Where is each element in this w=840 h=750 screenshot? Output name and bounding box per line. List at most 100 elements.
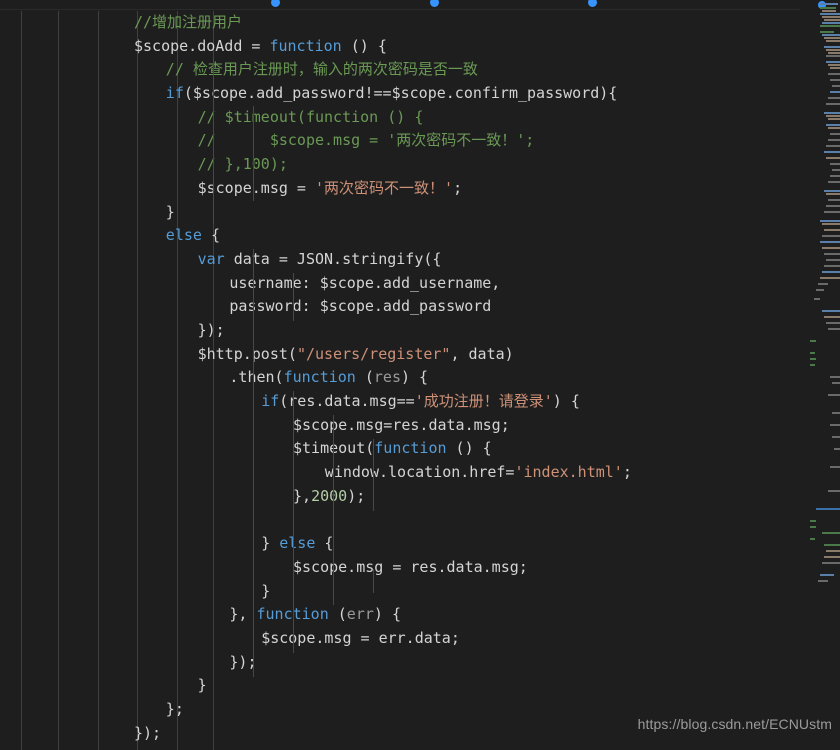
minimap-line bbox=[826, 145, 840, 147]
minimap-line bbox=[820, 3, 838, 5]
block-indent-segment-7 bbox=[373, 569, 374, 593]
minimap-line bbox=[824, 556, 840, 558]
minimap-line bbox=[818, 283, 828, 285]
token-plain: ( bbox=[355, 368, 374, 387]
code-line-text: $scope.msg = '两次密码不一致！'; bbox=[198, 177, 463, 201]
token-plain: () { bbox=[446, 439, 492, 458]
code-line[interactable]: }, function (err) { bbox=[0, 603, 800, 627]
code-line[interactable]: $scope.msg=res.data.msg; bbox=[0, 414, 800, 438]
code-line[interactable]: .then(function (res) { bbox=[0, 366, 800, 390]
minimap-line bbox=[822, 22, 840, 24]
token-plain: } bbox=[197, 676, 207, 695]
token-plain: () { bbox=[341, 36, 387, 55]
code-line[interactable]: $timeout(function () { bbox=[0, 437, 800, 461]
minimap-line bbox=[832, 169, 840, 171]
code-line-text: } bbox=[261, 580, 270, 604]
code-line-text: } bbox=[166, 201, 175, 225]
minimap-line bbox=[828, 394, 840, 396]
minimap[interactable] bbox=[800, 0, 840, 750]
code-line-text: // $timeout(function () { bbox=[198, 106, 424, 130]
code-content[interactable]: //增加注册用户 $scope.doAdd = function () {// 检… bbox=[0, 11, 800, 750]
minimap-line bbox=[828, 199, 840, 201]
token-plain: ) { bbox=[400, 368, 429, 387]
minimap-line bbox=[820, 25, 840, 27]
token-plain: ) { bbox=[373, 605, 401, 624]
token-number: 2000 bbox=[311, 486, 348, 505]
minimap-line bbox=[830, 91, 840, 93]
code-line[interactable]: // $timeout(function () { bbox=[0, 106, 800, 130]
token-plain: ($scope.add_password!==$scope.confirm_pa… bbox=[183, 84, 618, 103]
minimap-line bbox=[828, 181, 840, 183]
code-line-text: username: $scope.add_username, bbox=[229, 272, 500, 296]
code-line[interactable]: // 检查用户注册时，输入的两次密码是否一致 bbox=[0, 58, 800, 82]
minimap-line bbox=[828, 127, 840, 129]
minimap-line bbox=[816, 508, 840, 510]
minimap-line bbox=[830, 79, 840, 81]
minimap-line bbox=[820, 574, 834, 576]
token-plain: (res.data.msg== bbox=[279, 392, 415, 410]
minimap-line bbox=[832, 85, 840, 87]
token-comment: //增加注册用户 bbox=[134, 13, 243, 31]
code-line[interactable]: window.location.href='index.html'; bbox=[0, 461, 800, 485]
minimap-line bbox=[826, 205, 840, 207]
top-divider bbox=[0, 9, 800, 10]
code-line-text: $scope.doAdd = function () { bbox=[134, 35, 387, 59]
code-line[interactable]: } bbox=[0, 580, 800, 604]
minimap-line bbox=[826, 55, 840, 57]
code-line[interactable]: var data = JSON.stringify({ bbox=[0, 248, 800, 272]
code-line[interactable]: $http.post("/users/register", data) bbox=[0, 343, 800, 367]
code-line[interactable]: // },100); bbox=[0, 153, 800, 177]
block-indent-segment-0 bbox=[213, 58, 214, 224]
minimap-line bbox=[824, 46, 840, 48]
token-plain: }); bbox=[134, 723, 162, 742]
minimap-line bbox=[810, 340, 816, 342]
code-line[interactable]: if(res.data.msg=='成功注册！请登录') { bbox=[0, 390, 800, 414]
minimap-line bbox=[822, 10, 836, 12]
code-line[interactable]: },2000); bbox=[0, 485, 800, 509]
block-indent-segment-3 bbox=[293, 273, 294, 321]
token-plain: ( bbox=[328, 605, 347, 624]
code-line[interactable]: //增加注册用户 bbox=[0, 11, 800, 35]
code-line[interactable]: // $scope.msg = '两次密码不一致！'; bbox=[0, 129, 800, 153]
minimap-line bbox=[826, 157, 840, 159]
token-plain: $scope.msg = err.data; bbox=[261, 628, 460, 647]
scrolled-off-code-sliver bbox=[0, 0, 840, 11]
minimap-line bbox=[820, 13, 840, 15]
code-line[interactable]: }); bbox=[0, 319, 800, 343]
code-line[interactable]: $scope.msg = '两次密码不一致！'; bbox=[0, 177, 800, 201]
code-line[interactable]: username: $scope.add_username, bbox=[0, 272, 800, 296]
code-line[interactable]: }); bbox=[0, 651, 800, 675]
code-line-text: var data = JSON.stringify({ bbox=[198, 248, 442, 272]
token-plain: .then( bbox=[229, 368, 284, 387]
minimap-line bbox=[824, 316, 840, 318]
token-keyword: if bbox=[261, 392, 280, 410]
block-indent-segment-5 bbox=[333, 415, 334, 605]
code-line-text: // $scope.msg = '两次密码不一致！'; bbox=[198, 129, 535, 153]
code-line[interactable]: if($scope.add_password!==$scope.confirm_… bbox=[0, 82, 800, 106]
code-line-text: //增加注册用户 bbox=[134, 11, 242, 35]
minimap-line bbox=[826, 49, 840, 51]
token-keyword: function bbox=[283, 368, 356, 387]
minimap-line bbox=[822, 310, 840, 312]
code-line[interactable] bbox=[0, 508, 800, 532]
token-plain: data = JSON.stringify({ bbox=[224, 249, 442, 268]
code-line[interactable]: $scope.msg = res.data.msg; bbox=[0, 556, 800, 580]
code-line[interactable]: $scope.doAdd = function () { bbox=[0, 35, 800, 59]
code-line[interactable]: $scope.msg = err.data; bbox=[0, 627, 800, 651]
token-plain: } bbox=[261, 534, 280, 553]
block-indent-segment-2 bbox=[253, 249, 254, 677]
code-line[interactable]: } else { bbox=[0, 532, 800, 556]
minimap-line bbox=[830, 424, 840, 426]
minimap-line bbox=[830, 163, 840, 165]
watermark-url: https://blog.csdn.net/ECNUstm bbox=[637, 716, 832, 732]
minimap-line bbox=[820, 220, 840, 222]
code-line[interactable]: } bbox=[0, 674, 800, 698]
block-indent-segment-4 bbox=[293, 391, 294, 653]
minimap-line bbox=[826, 61, 840, 63]
minimap-line bbox=[824, 151, 840, 153]
minimap-line bbox=[830, 67, 840, 69]
code-line[interactable]: } bbox=[0, 201, 800, 225]
code-line[interactable]: password: $scope.add_password bbox=[0, 295, 800, 319]
code-line[interactable]: else { bbox=[0, 224, 800, 248]
minimap-line bbox=[826, 550, 840, 552]
